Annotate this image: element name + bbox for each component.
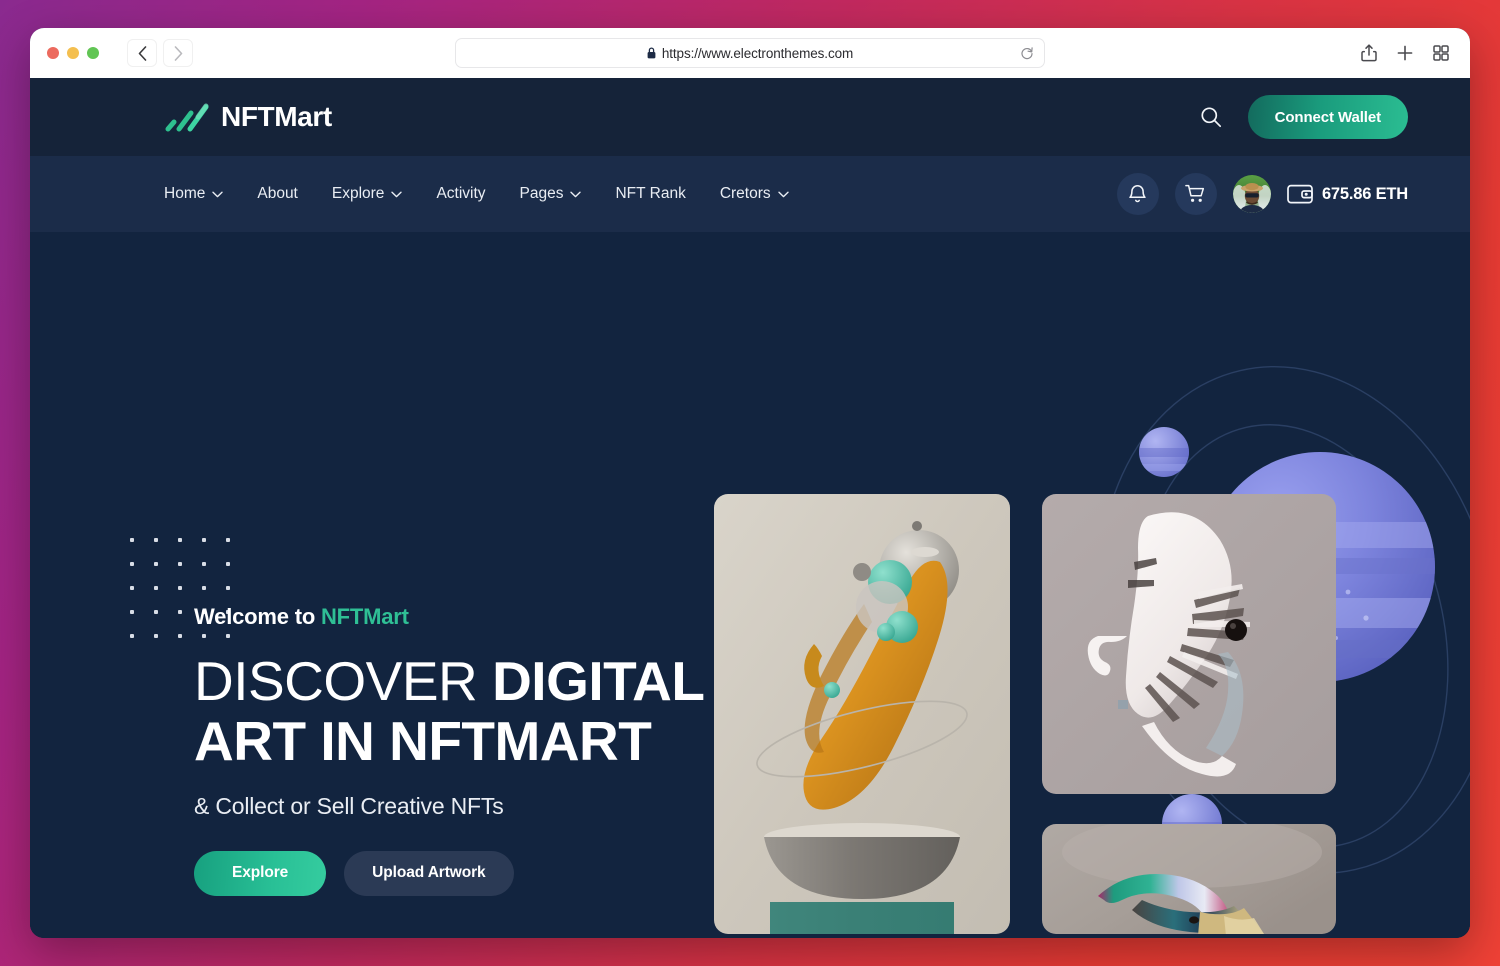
wallet-icon: [1287, 184, 1313, 204]
share-button[interactable]: [1354, 39, 1384, 67]
toucan-beak-nft: [1042, 824, 1336, 934]
nav-label: Explore: [331, 185, 385, 202]
upload-artwork-button[interactable]: Upload Artwork: [344, 850, 514, 896]
page-title: DISCOVER DIGITAL ART IN NFTMART: [194, 650, 754, 772]
nav-label: Home: [164, 185, 206, 202]
browser-window: https://www.electronthemes.com NFTMart C…: [30, 28, 1470, 938]
nft-card-toucan-beak[interactable]: [1042, 824, 1336, 934]
nav-label: Pages: [519, 185, 564, 202]
chevron-down-icon: [391, 191, 403, 197]
nav-item-cretors[interactable]: Cretors: [720, 185, 789, 203]
nav-label: Cretors: [719, 185, 771, 202]
notifications-button[interactable]: [1116, 173, 1159, 215]
connect-wallet-button[interactable]: Connect Wallet: [1247, 95, 1408, 139]
explore-button[interactable]: Explore: [194, 850, 327, 896]
address-bar[interactable]: https://www.electronthemes.com: [455, 38, 1045, 68]
hero-section: Welcome to NFTMart DISCOVER DIGITAL ART …: [30, 232, 1470, 938]
forward-arrow-icon: [174, 45, 182, 61]
back-arrow-icon: [138, 45, 146, 61]
hero-welcome-prefix: Welcome to: [194, 604, 321, 629]
tab-overview-icon: [1433, 45, 1449, 61]
site-header: NFTMart Connect Wallet: [30, 78, 1470, 156]
nav-item-nft-rank[interactable]: NFT Rank: [615, 185, 685, 203]
share-icon: [1361, 44, 1377, 62]
nav-item-pages[interactable]: Pages: [520, 185, 582, 203]
logo-text: NFTMart: [221, 101, 332, 132]
site-nav: Home About Explore Activity Pages NFT Ra…: [30, 156, 1470, 232]
chevron-down-icon: [570, 191, 582, 197]
maximize-window-button[interactable]: [87, 47, 99, 59]
back-button[interactable]: [127, 39, 157, 67]
main-menu: Home About Explore Activity Pages NFT Ra…: [164, 185, 789, 203]
nav-label: About: [257, 185, 298, 202]
url-text: https://www.electronthemes.com: [661, 45, 854, 61]
search-button[interactable]: [1198, 104, 1224, 130]
chevron-down-icon: [777, 191, 789, 197]
nft-card-orange-sculpture[interactable]: [714, 494, 1010, 934]
reload-icon[interactable]: [1020, 46, 1034, 60]
nftmart-logo-icon: [165, 103, 209, 132]
nav-right-actions: 675.86 ETH: [1116, 173, 1408, 215]
close-window-button[interactable]: [47, 47, 59, 59]
nav-item-activity[interactable]: Activity: [436, 185, 485, 203]
hero-subtitle: & Collect or Sell Creative NFTs: [194, 792, 504, 819]
nav-label: Activity: [436, 185, 486, 202]
hero-copy: Welcome to NFTMart DISCOVER DIGITAL ART …: [194, 604, 754, 896]
window-traffic-lights: [47, 47, 99, 59]
site-header-right: Connect Wallet: [1198, 95, 1408, 139]
browser-toolbar: https://www.electronthemes.com: [30, 28, 1470, 78]
orange-sculpture-nft: [714, 494, 1010, 934]
headline-bold: DIGITAL: [492, 650, 705, 712]
user-avatar[interactable]: [1232, 175, 1271, 213]
shopping-cart-icon: [1185, 184, 1205, 202]
nav-item-explore[interactable]: Explore: [332, 185, 403, 203]
website-viewport: NFTMart Connect Wallet Home About Explor…: [30, 78, 1470, 938]
new-tab-button[interactable]: [1390, 39, 1420, 67]
lock-icon: [647, 47, 656, 59]
search-icon: [1201, 107, 1221, 128]
nav-label: NFT Rank: [615, 185, 686, 202]
white-glitch-bust-nft: [1042, 494, 1336, 794]
wallet-balance[interactable]: 675.86 ETH: [1287, 183, 1408, 205]
tab-overview-button[interactable]: [1426, 39, 1456, 67]
forward-button[interactable]: [163, 39, 193, 67]
nft-card-white-glitch-bust[interactable]: [1042, 494, 1336, 794]
nav-item-about[interactable]: About: [257, 185, 298, 203]
hero-welcome: Welcome to NFTMart: [194, 604, 754, 630]
hero-welcome-brand: NFTMart: [320, 604, 409, 629]
site-logo[interactable]: NFTMart: [164, 100, 332, 134]
bell-icon: [1129, 184, 1147, 202]
headline-thin: DISCOVER: [194, 650, 493, 712]
plus-icon: [1397, 45, 1413, 61]
headline-line2: ART IN NFTMART: [194, 709, 652, 772]
nav-item-home[interactable]: Home: [164, 185, 224, 203]
avatar-image: [1232, 175, 1271, 213]
chevron-down-icon: [212, 191, 224, 197]
browser-toolbar-right: [1354, 39, 1456, 67]
browser-nav-buttons: [127, 39, 193, 67]
balance-text: 675.86 ETH: [1321, 184, 1408, 203]
cart-button[interactable]: [1174, 173, 1217, 215]
hero-cta-row: Explore Upload Artwork: [194, 850, 754, 896]
minimize-window-button[interactable]: [67, 47, 79, 59]
